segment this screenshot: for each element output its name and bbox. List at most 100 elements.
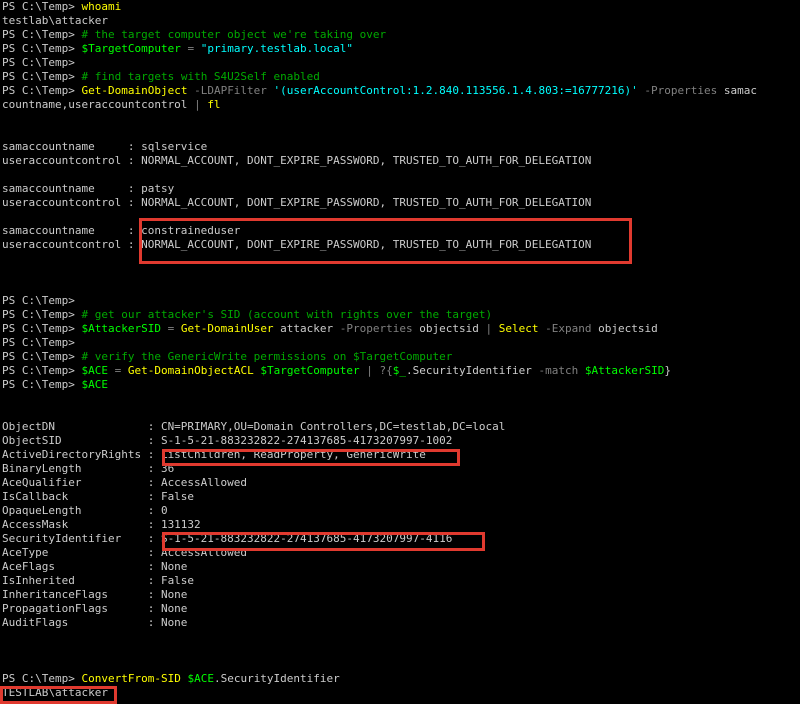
console-text-segment: AceType : AccessAllowed xyxy=(2,546,248,559)
console-line: SecurityIdentifier : S-1-5-21-883232822-… xyxy=(2,532,800,546)
console-text-segment: PS C:\Temp> xyxy=(2,308,82,321)
console-text-segment: InheritanceFlags : None xyxy=(2,588,188,601)
console-text-segment: PropagationFlags : None xyxy=(2,602,188,615)
console-line: PS C:\Temp> # get our attacker's SID (ac… xyxy=(2,308,800,322)
console-text-segment: PS C:\Temp> xyxy=(2,336,75,349)
console-text-segment: $ACE xyxy=(187,672,214,685)
console-text-segment: # get our attacker's SID (account with r… xyxy=(81,308,493,321)
console-text-segment: SecurityIdentifier : S-1-5-21-883232822-… xyxy=(2,532,453,545)
console-line: samaccountname : constraineduser xyxy=(2,224,800,238)
console-line: PS C:\Temp> whoami xyxy=(2,0,800,14)
console-line: samaccountname : sqlservice xyxy=(2,140,800,154)
console-text-segment: $AttackerSID xyxy=(81,322,161,335)
console-text-segment: -match xyxy=(538,364,579,377)
console-line: PS C:\Temp> xyxy=(2,56,800,70)
console-text-segment: PS C:\Temp> xyxy=(2,56,75,69)
console-text-segment: useraccountcontrol : NORMAL_ACCOUNT, DON… xyxy=(2,154,592,167)
console-line: PropagationFlags : None xyxy=(2,602,800,616)
console-text-segment: AceQualifier : AccessAllowed xyxy=(2,476,248,489)
console-text-segment: samac xyxy=(723,84,758,97)
console-text-segment: useraccountcontrol : NORMAL_ACCOUNT, DON… xyxy=(2,238,592,251)
console-line: PS C:\Temp> xyxy=(2,294,800,308)
console-line: AuditFlags : None xyxy=(2,616,800,630)
console-line: OpaqueLength : 0 xyxy=(2,504,800,518)
console-line: PS C:\Temp> $ACE = Get-DomainObjectACL $… xyxy=(2,364,800,378)
console-line: BinaryLength : 36 xyxy=(2,462,800,476)
console-text-segment: whoami xyxy=(81,0,122,13)
console-text-segment: '(userAccountControl:1.2.840.113556.1.4.… xyxy=(273,84,638,97)
console-text-segment: samaccountname : patsy xyxy=(2,182,175,195)
console-text-segment: .SecurityIdentifier xyxy=(213,672,340,685)
console-line: PS C:\Temp> # verify the GenericWrite pe… xyxy=(2,350,800,364)
console-text-segment: Get-DomainObjectACL xyxy=(127,364,254,377)
console-text-segment: # the target computer object we're takin… xyxy=(81,28,387,41)
console-line: PS C:\Temp> xyxy=(2,336,800,350)
console-text-segment: Select xyxy=(498,322,539,335)
console-text-segment: objectsid xyxy=(591,322,658,335)
console-line: AceType : AccessAllowed xyxy=(2,546,800,560)
console-text-segment: "primary.testlab.local" xyxy=(200,42,354,55)
console-text-segment: Get-DomainObject xyxy=(81,84,188,97)
console-text-segment: .SecurityIdentifier xyxy=(406,364,539,377)
console-text-segment: IsInherited : False xyxy=(2,574,195,587)
console-text-segment: AccessMask : 131132 xyxy=(2,518,201,531)
console-line: TESTLAB\attacker xyxy=(2,686,800,700)
console-text-segment: = xyxy=(160,322,181,335)
console-text-segment xyxy=(578,364,585,377)
console-text-segment: PS C:\Temp> xyxy=(2,350,82,363)
console-text-segment: ActiveDirectoryRights : ListChildren, Re… xyxy=(2,448,426,461)
console-text-segment: testlab\attacker xyxy=(2,14,108,27)
console-text-segment: -Expand xyxy=(538,322,592,335)
console-text-segment: PS C:\Temp> xyxy=(2,42,82,55)
console-line: PS C:\Temp> ConvertFrom-SID $ACE.Securit… xyxy=(2,672,800,686)
console-text-segment: IsCallback : False xyxy=(2,490,195,503)
console-line: InheritanceFlags : None xyxy=(2,588,800,602)
console-text-segment: $ACE xyxy=(81,378,108,391)
console-text-segment: BinaryLength : 36 xyxy=(2,462,175,475)
console-line: PS C:\Temp> $TargetComputer = "primary.t… xyxy=(2,42,800,56)
console-line: countname,useraccountcontrol | fl xyxy=(2,98,800,112)
console-text-segment: TESTLAB\attacker xyxy=(2,686,108,699)
console-line: ActiveDirectoryRights : ListChildren, Re… xyxy=(2,448,800,462)
console-text-segment: samaccountname : sqlservice xyxy=(2,140,208,153)
console-text-segment: $TargetComputer xyxy=(81,42,181,55)
console-text-segment: AuditFlags : None xyxy=(2,616,188,629)
console-text-segment: ObjectDN : CN=PRIMARY,OU=Domain Controll… xyxy=(2,420,506,433)
console-line: PS C:\Temp> $AttackerSID = Get-DomainUse… xyxy=(2,322,800,336)
console-line: useraccountcontrol : NORMAL_ACCOUNT, DON… xyxy=(2,154,800,168)
console-text-segment: ConvertFrom-SID xyxy=(81,672,181,685)
console-text-segment: $AttackerSID xyxy=(584,364,665,377)
console-text-segment: $TargetComputer xyxy=(260,364,360,377)
console-text-segment: PS C:\Temp> xyxy=(2,84,82,97)
console-text-segment: useraccountcontrol : NORMAL_ACCOUNT, DON… xyxy=(2,196,592,209)
console-text-segment: Get-DomainUser xyxy=(180,322,274,335)
console-text-segment: -Properties xyxy=(339,322,413,335)
console-line: ObjectSID : S-1-5-21-883232822-274137685… xyxy=(2,434,800,448)
console-text-segment: $_ xyxy=(392,364,407,377)
console-text-segment: OpaqueLength : 0 xyxy=(2,504,168,517)
console-text-segment: countname,useraccountcontrol xyxy=(2,98,195,111)
powershell-console[interactable]: PS C:\Temp> whoami testlab\attacker PS C:\… xyxy=(2,0,800,700)
console-text-segment: | xyxy=(194,98,208,111)
console-line: useraccountcontrol : NORMAL_ACCOUNT, DON… xyxy=(2,238,800,252)
console-text-segment: PS C:\Temp> xyxy=(2,70,82,83)
console-text-segment: = xyxy=(107,364,128,377)
console-text-segment: PS C:\Temp> xyxy=(2,322,82,335)
console-text-segment: attacker xyxy=(273,322,340,335)
console-text-segment: PS C:\Temp> xyxy=(2,672,82,685)
console-text-segment: -Properties xyxy=(637,84,724,97)
console-line: ObjectDN : CN=PRIMARY,OU=Domain Controll… xyxy=(2,420,800,434)
console-line: PS C:\Temp> # the target computer object… xyxy=(2,28,800,42)
console-text-segment: -LDAPFilter xyxy=(187,84,274,97)
